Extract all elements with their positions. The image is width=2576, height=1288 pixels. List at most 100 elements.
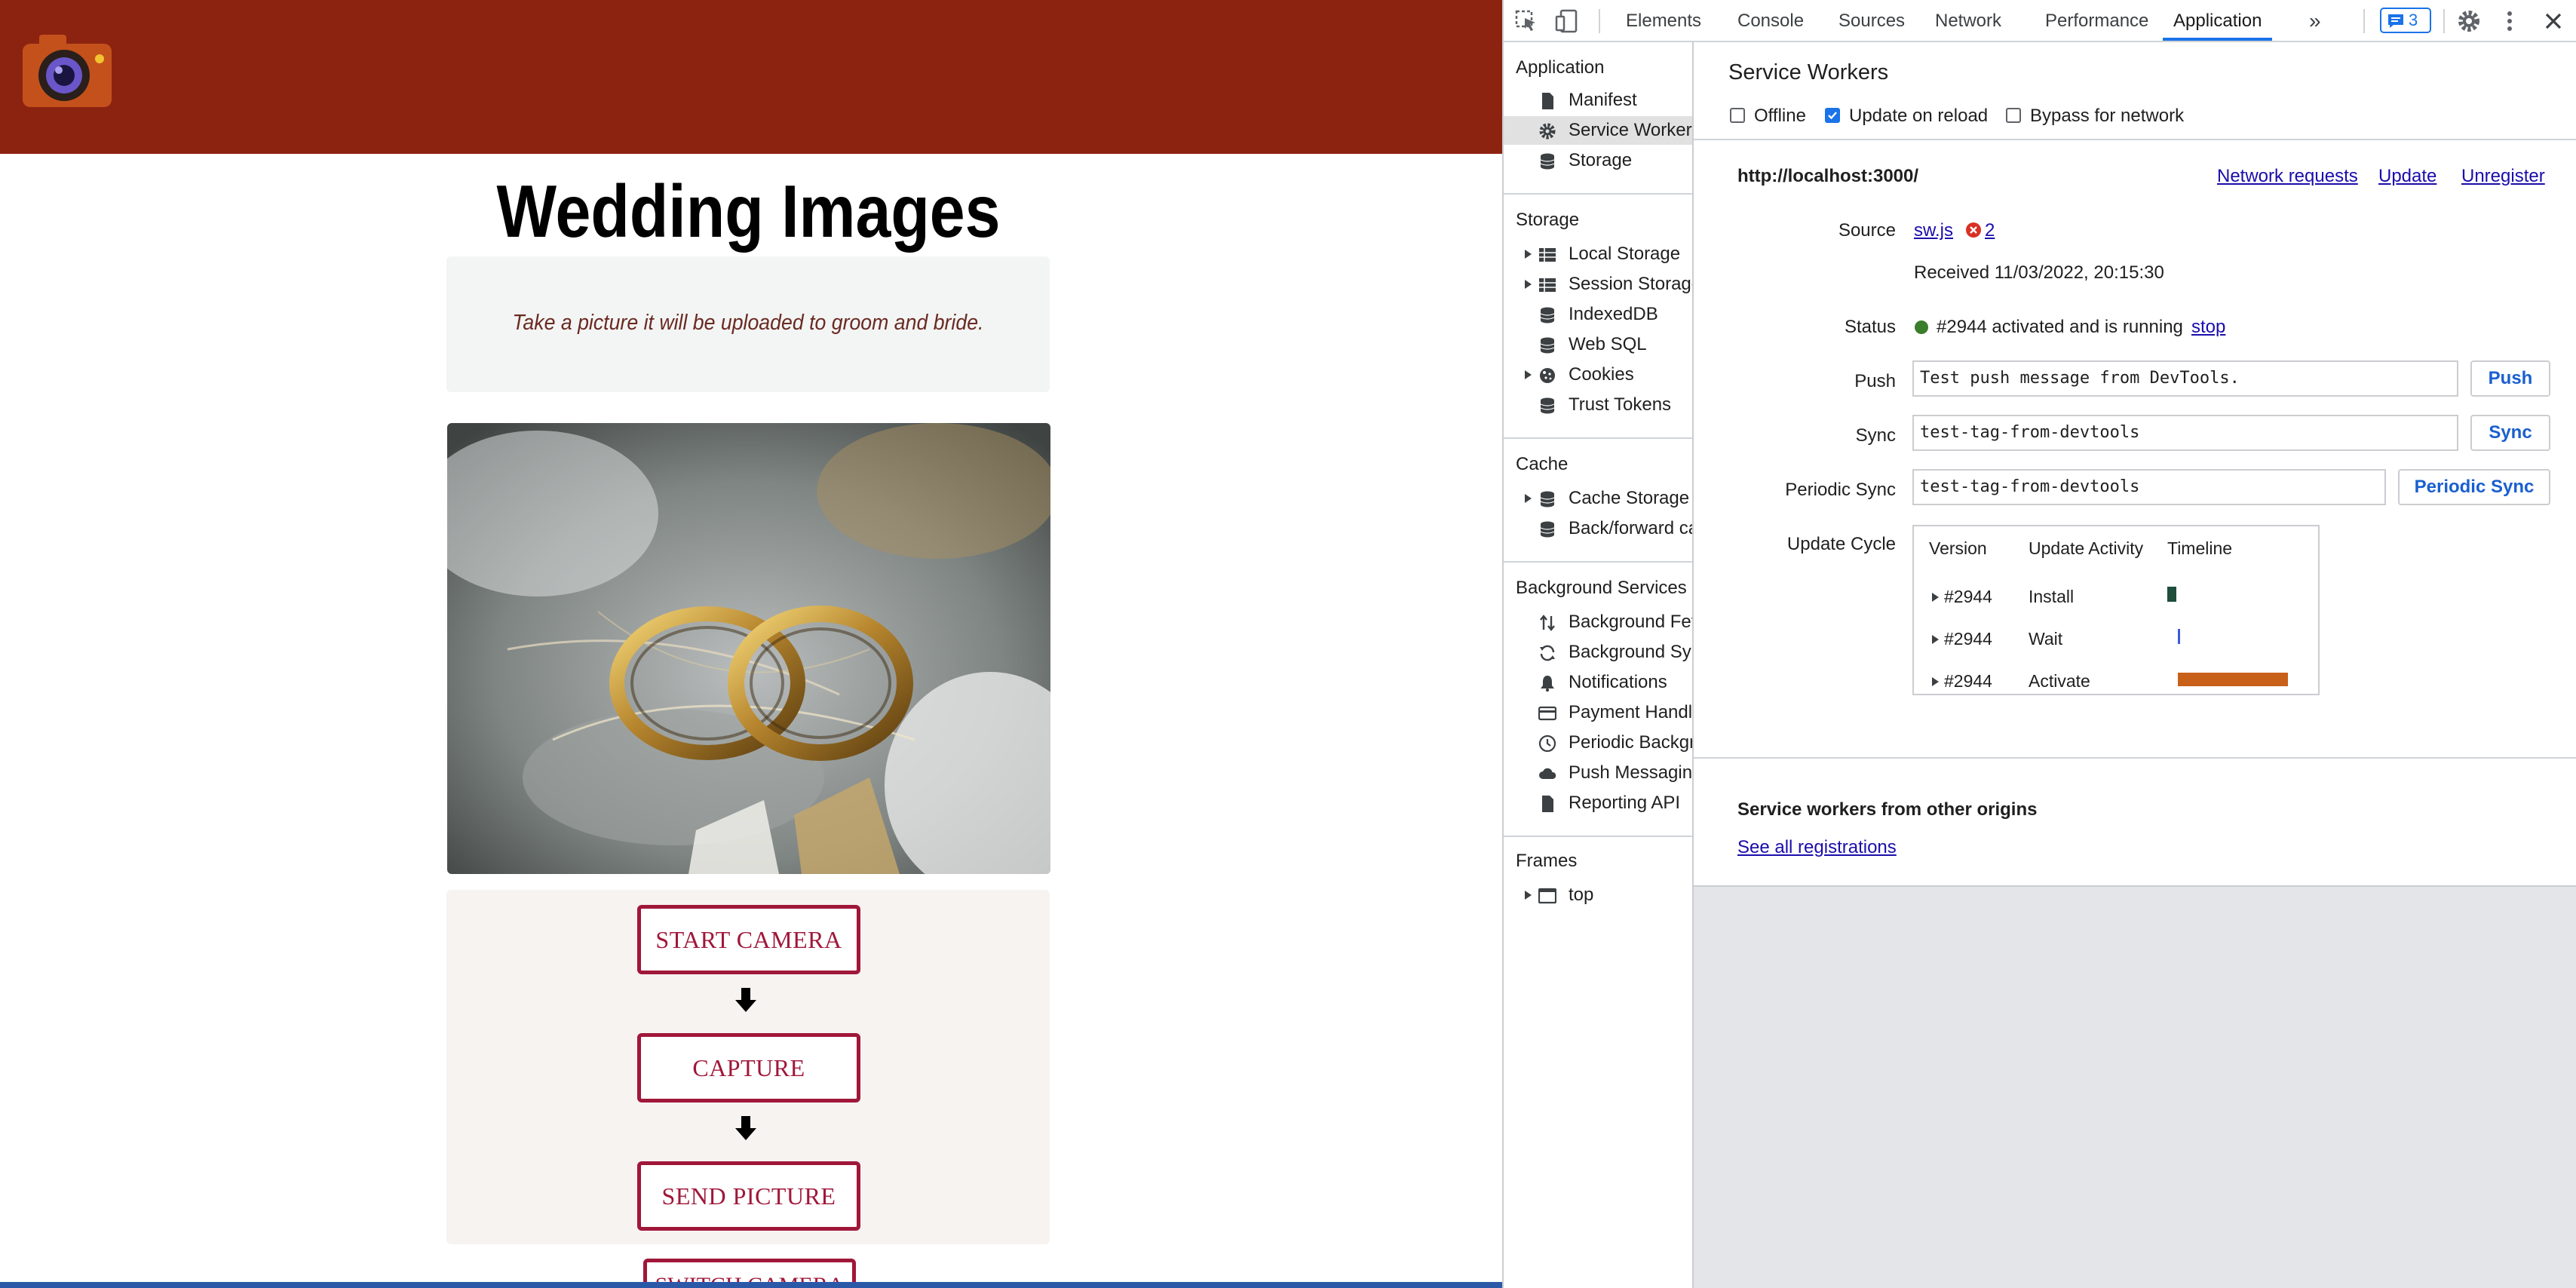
expand-arrow-icon[interactable] <box>1932 593 1939 602</box>
sidebar-divider <box>1504 836 1692 837</box>
sidebar-item-label: top <box>1569 885 1594 905</box>
document-icon <box>1542 93 1553 109</box>
expand-arrow-icon[interactable] <box>1525 370 1532 379</box>
sidebar-heading-background-services: Background Services <box>1516 578 1687 598</box>
column-header: Version <box>1929 538 1987 558</box>
expand-arrow-icon[interactable] <box>1525 250 1532 259</box>
error-count-link[interactable]: 2 <box>1985 220 1995 241</box>
status-text: #2944 activated and is running <box>1937 317 2183 337</box>
section-divider <box>1694 885 2576 887</box>
tab-performance[interactable]: Performance <box>2045 0 2148 41</box>
checkbox-label: Bypass for network <box>2030 106 2185 126</box>
sidebar-item-label: Trust Tokens <box>1569 394 1672 415</box>
inspect-element-icon[interactable] <box>1513 8 1540 35</box>
push-button[interactable]: Push <box>2470 360 2550 397</box>
expand-arrow-icon[interactable] <box>1525 891 1532 900</box>
tab-application[interactable]: Application <box>2163 0 2273 41</box>
sync-tag-input[interactable]: test-tag-from-devtools <box>1912 415 2458 451</box>
sidebar-item-push-messaging[interactable]: Push Messaging <box>1504 759 1692 787</box>
sidebar-item-background-sync[interactable]: Background Sync <box>1504 638 1692 667</box>
sidebar-item-session-storage[interactable]: Session Storage <box>1504 270 1692 299</box>
sidebar-item-service-workers[interactable]: Service Workers <box>1504 116 1692 145</box>
capture-button[interactable]: CAPTURE <box>637 1033 860 1102</box>
sidebar-item-notifications[interactable]: Notifications <box>1504 668 1692 697</box>
arrow-down-icon <box>735 988 756 1012</box>
expand-arrow-icon[interactable] <box>1932 677 1939 686</box>
database-icon <box>1540 307 1555 324</box>
sidebar-divider <box>1504 193 1692 195</box>
sidebar-item-local-storage[interactable]: Local Storage <box>1504 240 1692 268</box>
service-workers-panel: Service Workers Offline Update on reload… <box>1694 42 2576 1288</box>
tab-network[interactable]: Network <box>1935 0 2001 41</box>
tab-sources[interactable]: Sources <box>1838 0 1905 41</box>
sidebar-heading-application: Application <box>1516 57 1605 78</box>
periodic-sync-tag-input[interactable]: test-tag-from-devtools <box>1912 469 2386 505</box>
sidebar-item-label: Back/forward cache <box>1569 518 1692 538</box>
expand-arrow-icon[interactable] <box>1525 280 1532 289</box>
more-tabs-icon[interactable]: » <box>2309 0 2321 41</box>
start-camera-button[interactable]: START CAMERA <box>637 905 860 974</box>
push-label: Push <box>1854 371 1896 391</box>
sidebar-divider <box>1504 437 1692 439</box>
sidebar-item-storage[interactable]: Storage <box>1504 146 1692 175</box>
sidebar-item-background-fetch[interactable]: Background Fetch <box>1504 608 1692 636</box>
checkbox-box[interactable] <box>1730 108 1745 123</box>
unregister-link[interactable]: Unregister <box>2461 166 2545 187</box>
table-icon <box>1539 278 1556 292</box>
expand-arrow-icon[interactable] <box>1932 635 1939 644</box>
see-all-registrations-link[interactable]: See all registrations <box>1737 837 1897 858</box>
table-row[interactable]: #2944 Wait <box>1914 618 2318 659</box>
sidebar-item-periodic-background-sync[interactable]: Periodic Background Sync <box>1504 728 1692 757</box>
database-icon <box>1540 491 1555 508</box>
issues-badge[interactable]: 3 <box>2380 8 2431 33</box>
error-icon <box>1966 222 1981 238</box>
table-row[interactable]: #2944 Install <box>1914 576 2318 617</box>
stop-link[interactable]: stop <box>2191 317 2225 338</box>
page-title: Wedding Images <box>496 170 1001 253</box>
sidebar-item-indexeddb[interactable]: IndexedDB <box>1504 300 1692 329</box>
site-header <box>0 0 1502 154</box>
push-message-input[interactable]: Test push message from DevTools. <box>1912 360 2458 397</box>
version-cell: #2944 <box>1944 587 1992 606</box>
status-dot-icon <box>1915 320 1928 334</box>
periodic-sync-button[interactable]: Periodic Sync <box>2398 469 2550 505</box>
tab-elements[interactable]: Elements <box>1626 0 1701 41</box>
camera-logo-icon[interactable] <box>23 33 112 109</box>
send-picture-button[interactable]: SEND PICTURE <box>637 1161 860 1231</box>
kebab-menu-icon[interactable] <box>2496 8 2523 35</box>
checkbox-box[interactable] <box>1825 108 1840 123</box>
sidebar-item-label: Local Storage <box>1569 244 1681 264</box>
checkmark-icon <box>1828 112 1837 120</box>
column-header: Update Activity <box>2029 538 2144 558</box>
clock-icon <box>1538 734 1556 753</box>
expand-arrow-icon[interactable] <box>1525 494 1532 503</box>
sidebar-item-manifest[interactable]: Manifest <box>1504 86 1692 115</box>
section-title: Service Workers <box>1728 60 1889 84</box>
toolbar-divider <box>2363 9 2365 33</box>
update-link[interactable]: Update <box>2378 166 2436 187</box>
sidebar-item-reporting-api[interactable]: Reporting API <box>1504 789 1692 817</box>
web-page: Wedding Images Take a picture it will be… <box>0 0 1502 1288</box>
sidebar-item-payment-handler[interactable]: Payment Handler <box>1504 698 1692 727</box>
sidebar-item-frame-top[interactable]: top <box>1504 881 1692 909</box>
sidebar-item-cache-storage[interactable]: Cache Storage <box>1504 484 1692 513</box>
source-label: Source <box>1838 220 1896 241</box>
devtools-panel: Elements Console Sources Network Perform… <box>1502 0 2576 1288</box>
tab-console[interactable]: Console <box>1737 0 1804 41</box>
sidebar-item-cookies[interactable]: Cookies <box>1504 360 1692 389</box>
table-row[interactable]: #2944 Activate <box>1914 661 2318 701</box>
sidebar-item-label: Payment Handler <box>1569 702 1692 722</box>
source-file-link[interactable]: sw.js <box>1914 220 1953 241</box>
checkbox-box[interactable] <box>2006 108 2021 123</box>
device-toggle-icon[interactable] <box>1553 8 1581 35</box>
message-icon <box>2388 14 2403 28</box>
activate-timeline-bar <box>2178 673 2288 686</box>
sidebar-item-web-sql[interactable]: Web SQL <box>1504 330 1692 359</box>
network-requests-link[interactable]: Network requests <box>2217 166 2358 187</box>
activity-cell: Wait <box>2029 629 2063 649</box>
close-icon[interactable] <box>2540 8 2567 35</box>
sidebar-item-back-forward-cache[interactable]: Back/forward cache <box>1504 514 1692 543</box>
sidebar-item-trust-tokens[interactable]: Trust Tokens <box>1504 391 1692 419</box>
sync-button[interactable]: Sync <box>2470 415 2550 451</box>
gear-icon[interactable] <box>2455 8 2482 35</box>
